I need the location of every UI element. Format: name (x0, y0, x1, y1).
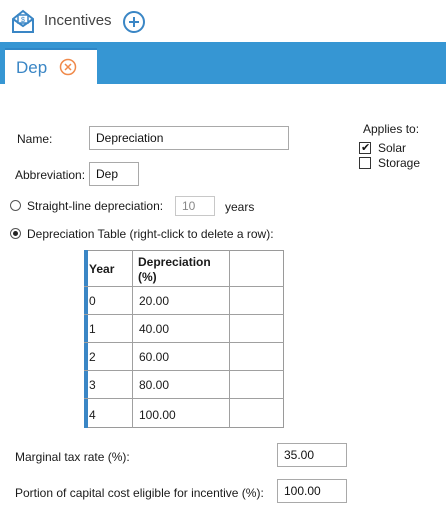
straight-line-label: Straight-line depreciation: (27, 199, 164, 213)
tab-label: Dep (16, 58, 48, 77)
straight-line-years-input[interactable]: 10 (175, 196, 215, 216)
grid-line (132, 250, 133, 428)
grid-line (229, 250, 230, 428)
storage-label: Storage (378, 156, 421, 170)
close-tab-icon[interactable] (59, 58, 77, 76)
table-cell-depreciation[interactable]: 60.00 (139, 350, 169, 364)
add-incentive-icon[interactable] (122, 10, 146, 34)
table-cell-depreciation[interactable]: 100.00 (139, 408, 176, 422)
abbreviation-label: Abbreviation: (15, 168, 86, 182)
svg-text:$: $ (21, 17, 25, 24)
check-icon: ✔ (361, 142, 371, 154)
marginal-tax-rate-input[interactable]: 35.00 (277, 443, 347, 467)
column-header-depreciation[interactable]: Depreciation (138, 255, 211, 269)
column-header-depreciation-unit: (%) (138, 270, 157, 284)
marginal-tax-rate-label: Marginal tax rate (%): (15, 450, 130, 464)
table-cell-year[interactable]: 3 (89, 378, 96, 392)
solar-checkbox[interactable]: ✔ (359, 142, 371, 154)
table-cell-depreciation[interactable]: 80.00 (139, 378, 169, 392)
straight-line-radio[interactable] (10, 200, 21, 211)
app-title: Incentives (44, 12, 112, 29)
storage-checkbox[interactable] (359, 157, 371, 169)
table-cell-year[interactable]: 4 (89, 408, 96, 422)
portion-eligible-input[interactable]: 100.00 (277, 479, 347, 503)
name-input[interactable]: Depreciation (89, 126, 289, 150)
solar-label: Solar (378, 141, 407, 155)
grid-line (84, 398, 284, 399)
years-label: years (225, 200, 255, 214)
table-cell-year[interactable]: 0 (89, 294, 96, 308)
table-cell-year[interactable]: 1 (89, 322, 96, 336)
table-cell-depreciation[interactable]: 20.00 (139, 294, 169, 308)
portion-eligible-label: Portion of capital cost eligible for inc… (15, 486, 264, 500)
grid-line (84, 370, 284, 371)
table-row-selector (84, 250, 88, 428)
name-label: Name: (17, 132, 53, 146)
grid-line (84, 286, 284, 287)
incentives-app-icon: $ (9, 7, 37, 35)
depreciation-table (84, 250, 284, 428)
applies-to-label: Applies to: (363, 122, 420, 136)
table-cell-depreciation[interactable]: 40.00 (139, 322, 169, 336)
depreciation-table-label: Depreciation Table (right-click to delet… (27, 227, 274, 241)
abbreviation-input[interactable]: Dep (89, 162, 139, 186)
grid-line (84, 314, 284, 315)
depreciation-table-radio[interactable] (10, 228, 21, 239)
column-header-year[interactable]: Year (89, 262, 114, 276)
table-cell-year[interactable]: 2 (89, 350, 96, 364)
grid-line (84, 342, 284, 343)
tab-dep[interactable]: Dep (5, 48, 97, 86)
